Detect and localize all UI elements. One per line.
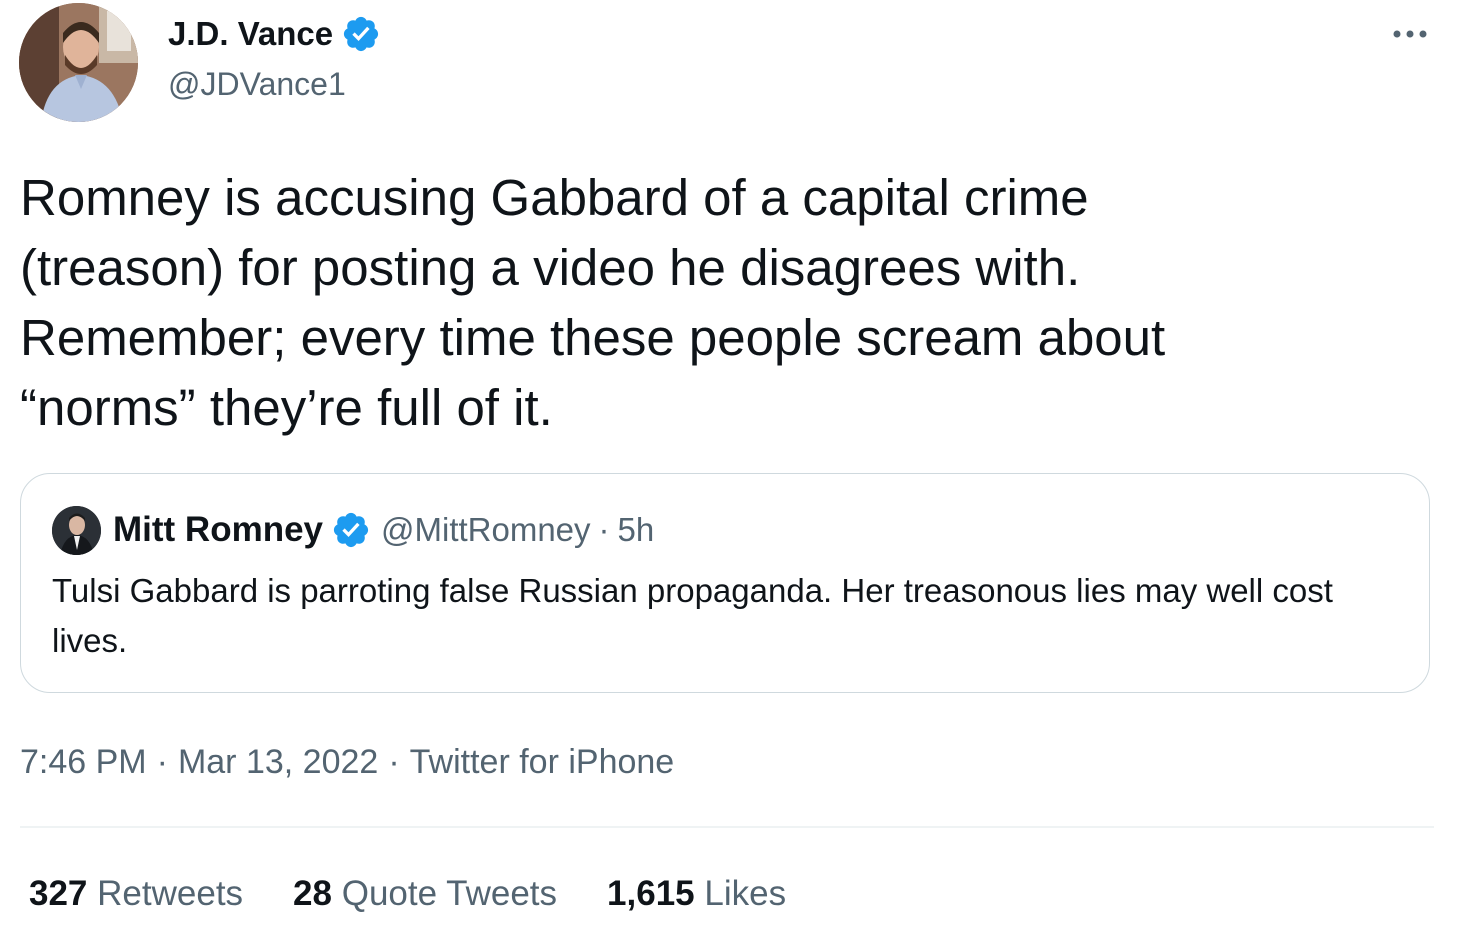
tweet-time[interactable]: 7:46 PM [20, 743, 147, 781]
quote-tweets-count: 28 [293, 874, 332, 913]
quote-tweets-stat[interactable]: 28 Quote Tweets [293, 872, 557, 916]
tweet-stats: 327 Retweets 28 Quote Tweets 1,615 Likes [29, 872, 836, 916]
meta-separator: · [388, 743, 400, 781]
quoted-tweet-time[interactable]: 5h [618, 511, 655, 549]
tweet-date[interactable]: Mar 13, 2022 [178, 743, 378, 781]
quoted-author-avatar[interactable] [52, 506, 101, 555]
quoted-tweet-separator: · [598, 511, 610, 548]
quoted-tweet[interactable]: Mitt Romney @MittRomney · 5h Tulsi Gabba… [20, 473, 1430, 693]
quoted-author-handle[interactable]: @MittRomney [381, 511, 591, 549]
more-options-icon[interactable] [1390, 22, 1430, 46]
retweets-stat[interactable]: 327 Retweets [29, 872, 243, 916]
quote-tweets-label: Quote Tweets [341, 874, 558, 913]
likes-stat[interactable]: 1,615 Likes [607, 872, 786, 916]
retweets-label: Retweets [97, 874, 244, 913]
divider [20, 826, 1434, 828]
likes-label: Likes [704, 874, 787, 913]
retweets-count: 327 [29, 874, 88, 913]
tweet: J.D. Vance @JDVance1 Romney is accusing … [0, 0, 1460, 927]
tweet-text: Romney is accusing Gabbard of a capital … [20, 169, 1166, 436]
verified-badge-icon [344, 16, 379, 52]
quoted-tweet-header: Mitt Romney @MittRomney · 5h [113, 508, 654, 552]
author-handle[interactable]: @JDVance1 [168, 64, 346, 104]
author-name-text: J.D. Vance [168, 15, 334, 52]
quoted-tweet-text: Tulsi Gabbard is parroting false Russian… [52, 572, 1333, 659]
tweet-source[interactable]: Twitter for iPhone [410, 743, 675, 781]
quoted-author-name[interactable]: Mitt Romney [113, 510, 323, 550]
author-name[interactable]: J.D. Vance [168, 14, 381, 54]
verified-badge-icon [333, 512, 369, 548]
meta-separator: · [156, 743, 168, 781]
likes-count: 1,615 [607, 874, 695, 913]
author-avatar[interactable] [19, 3, 138, 122]
tweet-meta: 7:46 PM · Mar 13, 2022 · Twitter for iPhone [20, 740, 674, 784]
